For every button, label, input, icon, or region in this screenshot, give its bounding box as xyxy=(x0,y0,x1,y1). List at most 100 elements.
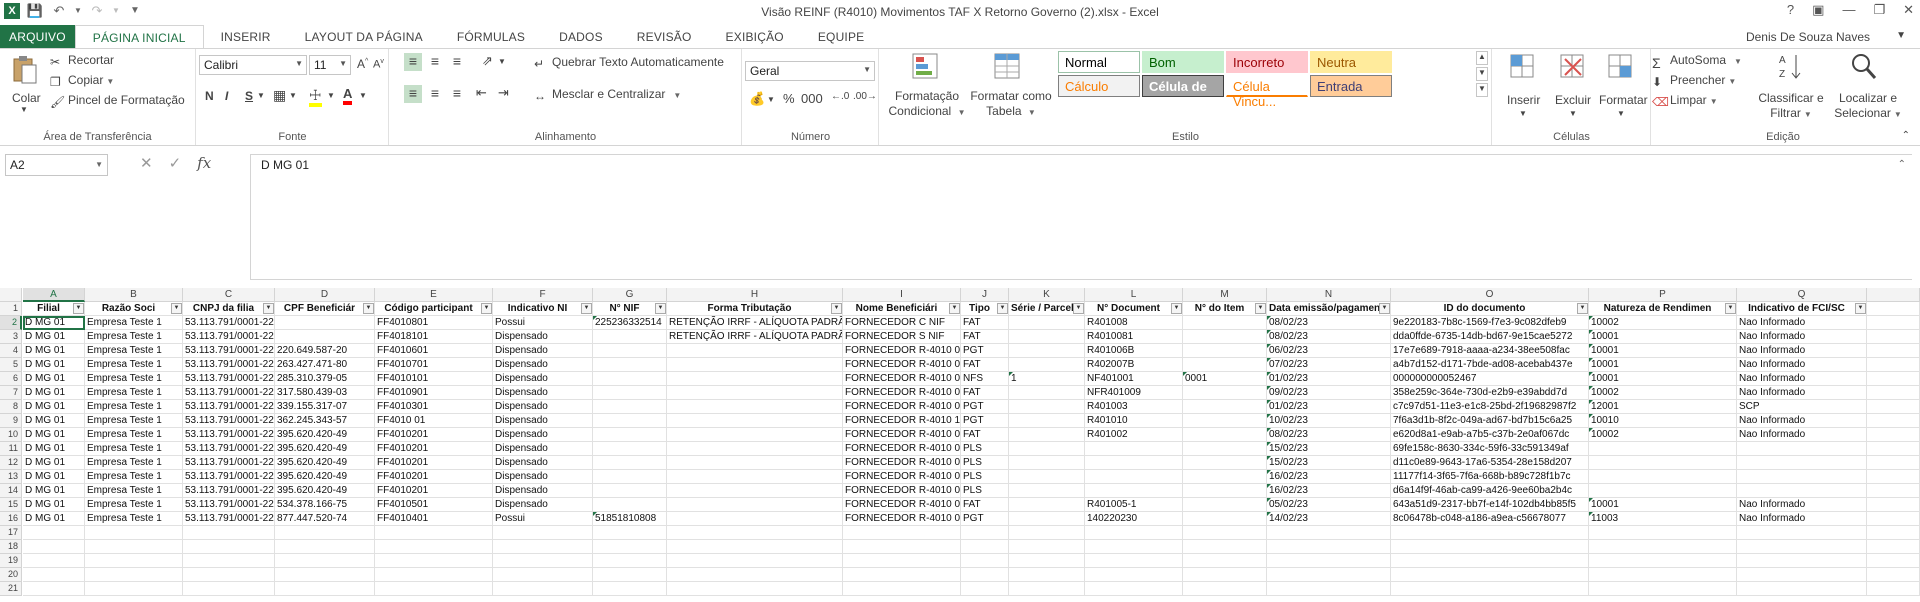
table-cell[interactable]: 15/02/23 xyxy=(1267,456,1391,470)
row-header-1[interactable]: 1 xyxy=(0,302,22,316)
table-cell[interactable] xyxy=(1589,582,1737,596)
row-header-18[interactable]: 18 xyxy=(0,540,22,554)
row-header-13[interactable]: 13 xyxy=(0,470,22,484)
table-cell[interactable]: D MG 01 xyxy=(23,358,85,372)
format-painter-button[interactable]: 🖌 Pincel de Formatação xyxy=(50,93,185,109)
table-cell[interactable]: D MG 01 xyxy=(23,344,85,358)
table-cell[interactable] xyxy=(1737,442,1867,456)
table-cell[interactable] xyxy=(593,582,667,596)
table-cell[interactable]: FORNECEDOR R-4010 04 xyxy=(843,512,961,526)
table-cell[interactable] xyxy=(375,540,493,554)
table-cell[interactable] xyxy=(1267,582,1391,596)
column-header-i[interactable]: I xyxy=(843,288,961,302)
table-cell[interactable]: 17e7e689-7918-aaaa-a234-38ee508fac xyxy=(1391,344,1589,358)
table-cell[interactable] xyxy=(667,498,843,512)
table-cell[interactable] xyxy=(85,568,183,582)
table-cell[interactable] xyxy=(375,568,493,582)
column-title-cell[interactable]: ID do documento ▼ xyxy=(1391,302,1589,316)
table-cell[interactable]: FORNECEDOR C NIF xyxy=(843,316,961,330)
collapse-ribbon-icon[interactable]: ⌃ xyxy=(1902,130,1910,141)
table-cell[interactable]: RETENÇÃO IRRF - ALÍQUOTA PADRÃ xyxy=(667,330,843,344)
table-cell[interactable]: 08/02/23 xyxy=(1267,316,1391,330)
table-cell[interactable]: D MG 01 xyxy=(23,330,85,344)
table-cell[interactable]: 53.113.791/0001-22 xyxy=(183,372,275,386)
table-cell[interactable]: 53.113.791/0001-22 xyxy=(183,400,275,414)
table-cell[interactable]: FORNECEDOR R-4010 02 xyxy=(843,442,961,456)
table-cell[interactable] xyxy=(667,554,843,568)
table-cell[interactable]: Nao Informado xyxy=(1737,372,1867,386)
table-cell[interactable] xyxy=(667,386,843,400)
table-cell[interactable]: 10002 xyxy=(1589,386,1737,400)
table-cell[interactable]: Dispensado xyxy=(493,372,593,386)
table-cell[interactable] xyxy=(375,526,493,540)
table-cell[interactable] xyxy=(1267,540,1391,554)
table-cell[interactable] xyxy=(1009,414,1085,428)
table-cell[interactable]: FF4010201 xyxy=(375,470,493,484)
bold-button[interactable]: N xyxy=(205,89,214,103)
table-cell[interactable] xyxy=(493,582,593,596)
table-cell[interactable]: FAT xyxy=(961,428,1009,442)
table-cell[interactable]: Empresa Teste 1 xyxy=(85,456,183,470)
table-cell[interactable]: 140220230 xyxy=(1085,512,1183,526)
table-cell[interactable] xyxy=(1009,316,1085,330)
column-header-n[interactable]: N xyxy=(1267,288,1391,302)
number-format-select[interactable]: Geral ▼ xyxy=(745,61,875,81)
table-cell[interactable] xyxy=(1183,498,1267,512)
table-cell[interactable] xyxy=(593,400,667,414)
filter-dropdown-icon[interactable]: ▼ xyxy=(171,303,182,314)
table-cell[interactable]: FORNECEDOR R-4010 02 xyxy=(843,428,961,442)
ribbon-display-icon[interactable]: ▣ xyxy=(1812,2,1824,18)
cut-button[interactable]: ✂ Recortar xyxy=(50,53,114,69)
orientation-icon[interactable]: ⇗ xyxy=(482,53,493,69)
table-cell[interactable] xyxy=(1009,582,1085,596)
fill-button[interactable]: ⬇ Preencher ▼ xyxy=(1652,73,1736,89)
table-cell[interactable] xyxy=(23,540,85,554)
table-cell[interactable]: 53.113.791/0001-22 xyxy=(183,498,275,512)
align-top-icon[interactable]: ≡ xyxy=(404,53,422,71)
table-cell[interactable] xyxy=(1183,456,1267,470)
table-cell[interactable] xyxy=(1183,330,1267,344)
table-cell[interactable] xyxy=(1183,540,1267,554)
table-cell[interactable] xyxy=(961,526,1009,540)
font-size-select[interactable]: 11 ▼ xyxy=(309,55,351,75)
table-cell[interactable] xyxy=(23,568,85,582)
table-cell[interactable]: 07/02/23 xyxy=(1267,358,1391,372)
row-header-10[interactable]: 10 xyxy=(0,428,22,442)
table-cell[interactable]: 53.113.791/0001-22 xyxy=(183,358,275,372)
column-header-p[interactable]: P xyxy=(1589,288,1737,302)
table-cell[interactable] xyxy=(667,526,843,540)
table-cell[interactable] xyxy=(1183,442,1267,456)
font-name-select[interactable]: Calibri ▼ xyxy=(199,55,307,75)
table-cell[interactable]: 53.113.791/0001-22 xyxy=(183,512,275,526)
tab-insert[interactable]: INSERIR xyxy=(204,25,288,49)
table-cell[interactable]: 395.620.420-49 xyxy=(275,442,375,456)
table-cell[interactable]: 339.155.317-07 xyxy=(275,400,375,414)
table-cell[interactable]: FF4010 01 xyxy=(375,414,493,428)
table-cell[interactable]: Nao Informado xyxy=(1737,330,1867,344)
table-cell-blank[interactable] xyxy=(1867,302,1920,316)
table-cell[interactable]: D MG 01 xyxy=(23,498,85,512)
table-cell[interactable]: R401008 xyxy=(1085,316,1183,330)
tab-review[interactable]: REVISÃO xyxy=(620,25,709,49)
table-cell[interactable]: 53.113.791/0001-22 xyxy=(183,470,275,484)
table-cell[interactable]: Empresa Teste 1 xyxy=(85,330,183,344)
table-cell-blank[interactable] xyxy=(1867,526,1920,540)
row-header-21[interactable]: 21 xyxy=(0,582,22,596)
table-cell[interactable] xyxy=(1183,358,1267,372)
font-color-icon[interactable]: A xyxy=(343,86,353,105)
table-cell[interactable]: D MG 01 xyxy=(23,484,85,498)
table-cell[interactable]: 06/02/23 xyxy=(1267,344,1391,358)
paste-button[interactable]: Colar xyxy=(12,91,41,105)
table-cell-blank[interactable] xyxy=(1867,540,1920,554)
tab-data[interactable]: DADOS xyxy=(542,25,620,49)
table-cell[interactable] xyxy=(1085,526,1183,540)
table-cell[interactable]: 877.447.520-74 xyxy=(275,512,375,526)
cell-style-2[interactable]: Incorreto xyxy=(1226,51,1308,73)
table-cell[interactable] xyxy=(667,442,843,456)
shrink-font-icon[interactable]: Av xyxy=(373,58,384,71)
table-cell[interactable]: 534.378.166-75 xyxy=(275,498,375,512)
table-cell[interactable] xyxy=(183,526,275,540)
table-cell[interactable]: NFR401009 xyxy=(1085,386,1183,400)
table-cell[interactable]: FAT xyxy=(961,316,1009,330)
user-menu-icon[interactable]: ▼ xyxy=(1896,30,1906,41)
